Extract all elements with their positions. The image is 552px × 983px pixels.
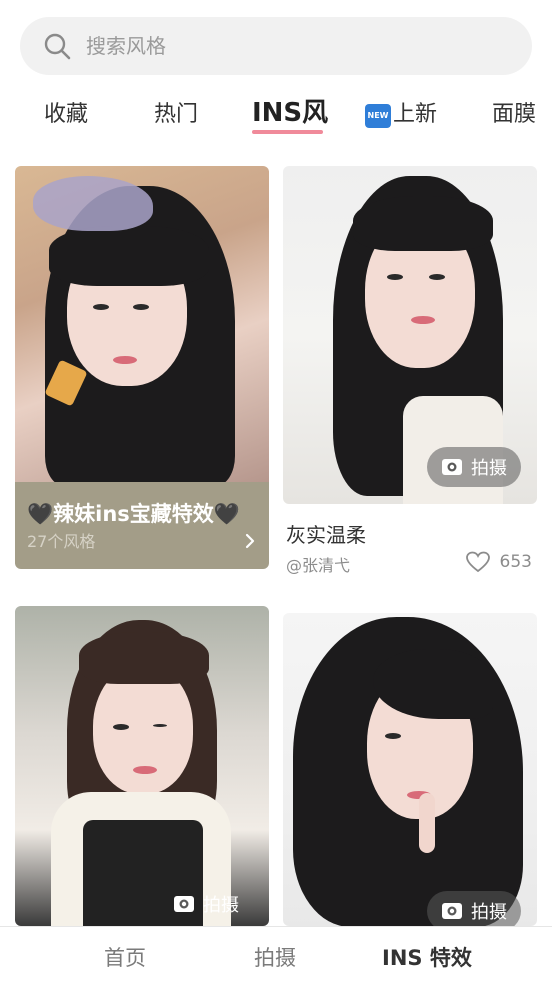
collection-title: 🖤辣妹ins宝藏特效🖤 — [27, 502, 240, 526]
camera-icon — [442, 459, 462, 475]
nav-shoot[interactable]: 拍摄 — [254, 942, 296, 972]
effect-preview-image — [15, 606, 269, 926]
shoot-button[interactable]: 拍摄 — [159, 884, 253, 924]
search-bar[interactable] — [20, 17, 532, 75]
effect-title: 灰实温柔 — [286, 523, 366, 547]
chevron-right-icon — [245, 533, 255, 549]
camera-icon — [442, 903, 462, 919]
search-input[interactable] — [86, 34, 486, 58]
tab-new-label: 上新 — [393, 102, 438, 127]
effect-card[interactable]: 拍摄 — [283, 613, 537, 926]
tab-hot[interactable]: 热门 — [154, 96, 198, 128]
collection-count: 27个风格 — [27, 532, 96, 551]
new-badge: NEW — [365, 104, 391, 128]
shoot-label: 拍摄 — [203, 895, 239, 916]
shoot-label: 拍摄 — [471, 902, 507, 923]
nav-home[interactable]: 首页 — [104, 942, 146, 972]
active-tab-indicator — [252, 130, 323, 134]
effect-card[interactable]: 拍摄 — [15, 606, 269, 926]
like-button[interactable]: 653 — [465, 551, 532, 573]
effect-card[interactable]: 拍摄 — [283, 166, 537, 504]
search-icon — [44, 33, 71, 60]
camera-icon — [174, 896, 194, 912]
like-count: 653 — [499, 552, 532, 572]
tab-favorites[interactable]: 收藏 — [44, 96, 88, 128]
heart-icon — [465, 551, 490, 573]
tab-mask[interactable]: 面膜 — [492, 96, 536, 128]
shoot-label: 拍摄 — [471, 458, 507, 479]
nav-ins-effects[interactable]: INS 特效 — [382, 942, 472, 972]
collection-cover-image — [15, 166, 269, 486]
collection-card[interactable]: 🖤辣妹ins宝藏特效🖤 27个风格 — [15, 166, 269, 569]
tab-ins[interactable]: INS风 — [252, 92, 328, 129]
effect-preview-image — [283, 613, 537, 926]
category-tabs: 收藏 热门 INS风 NEW 上新 面膜 — [0, 88, 552, 138]
tab-new[interactable]: NEW 上新 — [365, 96, 437, 128]
effect-author[interactable]: @张清弋 — [286, 552, 350, 576]
bottom-navigation: 首页 拍摄 INS 特效 — [0, 926, 552, 983]
shoot-button[interactable]: 拍摄 — [427, 891, 521, 926]
shoot-button[interactable]: 拍摄 — [427, 447, 521, 487]
